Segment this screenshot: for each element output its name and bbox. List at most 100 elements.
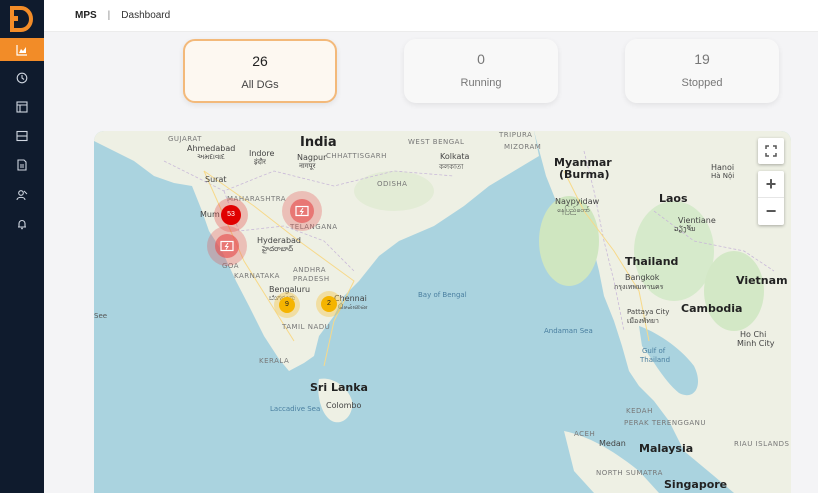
list-icon bbox=[16, 130, 28, 141]
map-label-pattaya: Pattaya City bbox=[627, 308, 670, 316]
map-view[interactable]: India GUJARAT Ahmedabad અમદાવાદ Indore इ… bbox=[94, 131, 791, 493]
map-label-sri-lanka: Sri Lanka bbox=[310, 381, 368, 394]
sidebar-item-list[interactable] bbox=[0, 124, 44, 147]
map-label-nagpur-local: नागपूर bbox=[299, 162, 316, 170]
report-icon bbox=[17, 158, 27, 171]
sidebar bbox=[0, 0, 44, 493]
map-label-colombo: Colombo bbox=[326, 401, 362, 410]
map-label-pattaya-local: เมืองพัทยา bbox=[627, 317, 659, 325]
map-label-andaman-sea: Andaman Sea bbox=[544, 327, 593, 335]
map-label-west-bengal: WEST BENGAL bbox=[408, 138, 465, 146]
fullscreen-icon bbox=[765, 145, 777, 157]
map-label-thailand-gulf: Thailand bbox=[640, 356, 671, 364]
card-all-dgs[interactable]: 26 All DGs bbox=[183, 39, 337, 103]
layout-icon bbox=[16, 100, 28, 113]
fullscreen-button[interactable] bbox=[758, 138, 784, 164]
map-label-andhra: ANDHRA bbox=[293, 266, 327, 274]
sidebar-item-dashboard[interactable] bbox=[0, 38, 44, 61]
map-label-gulf-of: Gulf of bbox=[642, 347, 666, 355]
map-label-north-sumatra: NORTH SUMATRA bbox=[596, 469, 663, 477]
map-label-indore-local: इंदौर bbox=[254, 158, 266, 166]
card-count: 0 bbox=[477, 51, 485, 67]
map-label-hyderabad-local: హైదరాబాద్ bbox=[262, 245, 294, 253]
map-label-india: India bbox=[300, 135, 337, 150]
map-label-malaysia: Malaysia bbox=[639, 442, 694, 455]
card-count: 26 bbox=[252, 53, 268, 69]
map-label-tripura: TRIPURA bbox=[499, 131, 533, 139]
zoom-control: + − bbox=[758, 171, 784, 225]
map-label-vientiane-local: ວຽງຈັນ bbox=[674, 225, 696, 233]
map-label-hyderabad: Hyderabad bbox=[257, 236, 301, 245]
card-stopped[interactable]: 19 Stopped bbox=[625, 39, 779, 103]
map-label-hochiminh: Ho Chi bbox=[740, 330, 767, 339]
map-label-naypyidaw: Naypyidaw bbox=[555, 197, 600, 206]
map-label-tamil-nadu: TAMIL NADU bbox=[282, 323, 331, 331]
map-label-naypyidaw-local: နေပြည်တော် bbox=[557, 206, 590, 214]
map-label-see: See bbox=[94, 312, 108, 320]
card-label: Stopped bbox=[681, 77, 723, 89]
dg-marker-stopped[interactable] bbox=[282, 191, 322, 231]
clock-icon bbox=[16, 72, 28, 83]
map-label-gujarat: GUJARAT bbox=[168, 135, 202, 143]
breadcrumb-separator: | bbox=[107, 10, 111, 21]
map-label-pradesh: PRADESH bbox=[293, 275, 330, 283]
map-label-odisha: ODISHA bbox=[377, 180, 408, 188]
map-label-bay-of-bengal: Bay of Bengal bbox=[418, 291, 467, 299]
app-name: MPS bbox=[75, 10, 97, 21]
top-bar: MPS | Dashboard bbox=[44, 0, 818, 32]
map-label-vietnam: Vietnam bbox=[736, 274, 788, 287]
generator-icon bbox=[215, 234, 239, 258]
dashboard-icon bbox=[16, 44, 27, 56]
card-running[interactable]: 0 Running bbox=[404, 39, 558, 103]
map-label-vientiane: Vientiane bbox=[678, 216, 716, 225]
sidebar-item-users[interactable] bbox=[0, 183, 44, 206]
cluster-marker-yellow[interactable]: 9 bbox=[274, 292, 300, 318]
cluster-count: 9 bbox=[279, 297, 295, 313]
map-label-cambodia: Cambodia bbox=[681, 302, 743, 315]
map-label-chennai-local: சென்னை bbox=[338, 303, 368, 311]
map-label-chhattisgarh: CHHATTISGARH bbox=[326, 152, 387, 160]
sidebar-item-layout[interactable] bbox=[0, 95, 44, 118]
map-label-karnataka: KARNATAKA bbox=[234, 272, 280, 280]
map-label-ahmedabad: Ahmedabad bbox=[187, 144, 236, 153]
map-label-kedah: KEDAH bbox=[626, 407, 653, 415]
map-label-burma: (Burma) bbox=[559, 168, 610, 181]
zoom-out-button[interactable]: − bbox=[758, 198, 784, 225]
map-label-kolkata: Kolkata bbox=[440, 152, 470, 161]
users-icon bbox=[16, 189, 28, 200]
cluster-count: 2 bbox=[321, 296, 337, 312]
card-label: All DGs bbox=[241, 79, 279, 91]
breadcrumb-dashboard[interactable]: Dashboard bbox=[121, 10, 170, 21]
map-label-medan: Medan bbox=[599, 439, 626, 448]
map-label-bangkok-local: กรุงเทพมหานคร bbox=[614, 283, 664, 291]
sidebar-item-history[interactable] bbox=[0, 66, 44, 89]
app-logo[interactable] bbox=[8, 6, 36, 32]
map-label-hanoi-local: Hà Nội bbox=[711, 172, 735, 180]
map-label-laos: Laos bbox=[659, 192, 688, 205]
map-label-thailand: Thailand bbox=[625, 255, 679, 268]
sidebar-item-reports[interactable] bbox=[0, 153, 44, 176]
map-label-laccadive-sea: Laccadive Sea bbox=[270, 405, 321, 413]
map-label-mizoram: MIZORAM bbox=[504, 143, 542, 151]
map-label-riau-islands: RIAU ISLANDS bbox=[734, 440, 790, 448]
map-label-surat: Surat bbox=[205, 175, 227, 184]
card-label: Running bbox=[460, 77, 502, 89]
generator-icon bbox=[290, 199, 314, 223]
map-label-hanoi: Hanoi bbox=[711, 163, 735, 172]
map-label-kolkata-local: কলকাতা bbox=[439, 163, 464, 171]
map-label-hochiminh-2: Minh City bbox=[737, 339, 775, 348]
dg-marker-stopped[interactable] bbox=[207, 226, 247, 266]
cluster-marker-yellow[interactable]: 2 bbox=[316, 291, 342, 317]
sidebar-item-alerts[interactable] bbox=[0, 212, 44, 235]
map-label-indore: Indore bbox=[249, 149, 275, 158]
map-label-aceh: ACEH bbox=[574, 430, 596, 438]
map-label-terengganu: PERAK TERENGGANU bbox=[624, 419, 707, 427]
map-label-singapore: Singapore bbox=[664, 478, 728, 491]
map-label-nagpur: Nagpur bbox=[297, 153, 327, 162]
bell-icon bbox=[18, 219, 26, 229]
card-count: 19 bbox=[694, 51, 710, 67]
map-label-ahmedabad-local: અમદાવાદ bbox=[197, 153, 225, 161]
map-label-kerala: KERALA bbox=[259, 357, 290, 365]
zoom-in-button[interactable]: + bbox=[758, 171, 784, 198]
cluster-count: 53 bbox=[221, 205, 241, 225]
